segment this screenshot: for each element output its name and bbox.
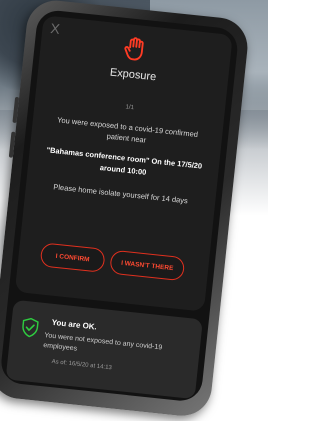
hand-stop-icon xyxy=(124,37,144,61)
phone-screen: X Exposure 1/1 You were exposed to a cov… xyxy=(0,8,240,403)
status-detail: You were not exposed to any covid-19 emp… xyxy=(42,332,163,353)
shield-check-icon xyxy=(22,317,39,338)
dialog-title: Exposure xyxy=(109,66,157,84)
exposure-message: You were exposed to a covid-19 confirmed… xyxy=(56,115,199,145)
status-timestamp: As of: 16/5/20 at 14:13 xyxy=(51,359,113,372)
status-heading: You are OK. xyxy=(51,317,98,332)
exposure-card: X Exposure 1/1 You were exposed to a cov… xyxy=(14,15,233,312)
exposure-location: "Bahamas conference room" On the 17/5/20… xyxy=(46,145,203,177)
isolation-instruction: Please home isolate yourself for 14 days xyxy=(52,182,189,206)
status-card: You are OK. You were not exposed to any … xyxy=(5,299,203,400)
close-icon[interactable]: X xyxy=(50,20,61,37)
confirm-button[interactable]: I CONFIRM xyxy=(39,242,106,273)
phone: X Exposure 1/1 You were exposed to a cov… xyxy=(0,0,271,419)
not-there-button[interactable]: I WASN'T THERE xyxy=(109,249,186,282)
